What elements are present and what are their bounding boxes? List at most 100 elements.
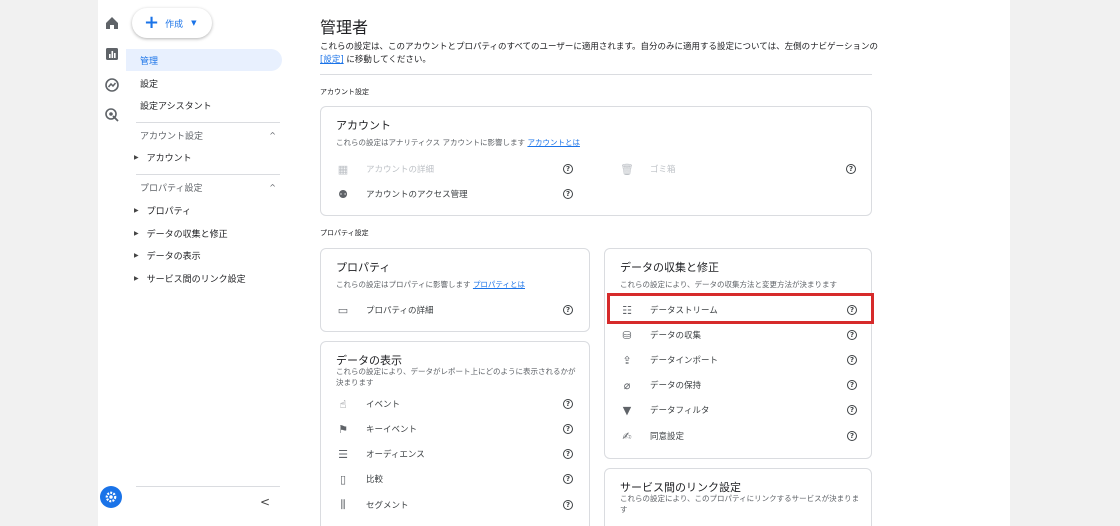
nav-sub-data-collection[interactable]: ▶ データの収集と修正 bbox=[134, 227, 228, 240]
consent-icon: ✍ bbox=[622, 429, 632, 443]
nav-sub-product-links[interactable]: ▶ サービス間のリンク設定 bbox=[134, 272, 246, 285]
admin-gear-icon[interactable] bbox=[100, 486, 122, 508]
nav-item-admin[interactable]: 管理 bbox=[126, 49, 282, 71]
audience-icon: ☰ bbox=[338, 447, 348, 461]
filter-icon: ▼ bbox=[622, 403, 632, 417]
create-button[interactable]: + 作成 ▼ bbox=[132, 8, 212, 38]
row-label: ゴミ箱 bbox=[650, 165, 676, 175]
home-icon[interactable] bbox=[103, 14, 121, 32]
nav-divider bbox=[136, 174, 280, 175]
row-data-collection[interactable]: ⛁ データの収集 bbox=[620, 327, 701, 343]
property-card-desc-text: これらの設定はプロパティに影響します bbox=[336, 280, 473, 289]
help-icon[interactable]: ? bbox=[847, 405, 857, 415]
account-card-desc: これらの設定はアナリティクス アカウントに影響します アカウントとは bbox=[336, 137, 580, 148]
row-segments[interactable]: ⫼ セグメント bbox=[336, 497, 409, 513]
database-icon: ⛁ bbox=[622, 328, 632, 342]
nav-item-settings[interactable]: 設定 bbox=[126, 72, 282, 94]
building-icon: ▦ bbox=[337, 162, 349, 176]
nav-section-account-label: アカウント設定 bbox=[140, 132, 204, 142]
nav-item-setup-assistant[interactable]: 設定アシスタント bbox=[126, 94, 282, 116]
row-label: イベント bbox=[366, 400, 401, 410]
nav-sub-data-collection-label: データの収集と修正 bbox=[146, 230, 228, 240]
row-property-details[interactable]: ▭ プロパティの詳細 bbox=[336, 302, 434, 318]
triangle-right-icon: ▶ bbox=[134, 252, 139, 259]
details-icon: ▭ bbox=[337, 303, 349, 317]
property-help-link[interactable]: プロパティとは bbox=[473, 280, 525, 289]
section-label-property: プロパティ設定 bbox=[320, 229, 369, 237]
row-audiences[interactable]: ☰ オーディエンス bbox=[336, 446, 425, 462]
nav-section-account[interactable]: アカウント設定 ^ bbox=[140, 129, 276, 142]
row-data-filters[interactable]: ▼ データフィルタ bbox=[620, 402, 710, 418]
flag-icon: ⚑ bbox=[338, 422, 348, 436]
row-label: データインポート bbox=[650, 356, 719, 366]
property-card-desc: これらの設定はプロパティに影響します プロパティとは bbox=[336, 279, 525, 290]
nav-section-property[interactable]: プロパティ設定 ^ bbox=[140, 181, 276, 194]
page-description-text: これらの設定は、このアカウントとプロパティのすべてのユーザーに適用されます。自分… bbox=[320, 42, 878, 52]
help-icon[interactable]: ? bbox=[563, 474, 573, 484]
explore-icon[interactable] bbox=[103, 76, 121, 94]
row-consent-settings[interactable]: ✍ 同意設定 bbox=[620, 428, 684, 444]
create-button-label: 作成 bbox=[165, 19, 184, 30]
account-help-link[interactable]: アカウントとは bbox=[527, 138, 580, 147]
account-card-desc-text: これらの設定はアナリティクス アカウントに影響します bbox=[336, 138, 528, 147]
row-label: データの保持 bbox=[650, 381, 702, 391]
row-label: セグメント bbox=[366, 501, 409, 511]
triangle-right-icon: ▶ bbox=[134, 230, 139, 237]
nav-sub-account-label: アカウント bbox=[146, 154, 192, 164]
product-links-card-desc: これらの設定により、このプロパティにリンクするサービスが決まります bbox=[620, 494, 860, 514]
nav-sub-account[interactable]: ▶ アカウント bbox=[134, 151, 192, 164]
highlight-box bbox=[607, 293, 874, 324]
data-collection-card: データの収集と修正 これらの設定により、データの収集方法と変更方法が決まります … bbox=[604, 248, 872, 459]
help-icon[interactable]: ? bbox=[847, 431, 857, 441]
reports-icon[interactable] bbox=[103, 45, 121, 63]
nav-sub-property[interactable]: ▶ プロパティ bbox=[134, 204, 191, 217]
help-icon[interactable]: ? bbox=[847, 330, 857, 340]
row-label: プロパティの詳細 bbox=[366, 306, 434, 316]
page-description: これらの設定は、このアカウントとプロパティのすべてのユーザーに適用されます。自分… bbox=[320, 41, 886, 67]
people-icon: ⚉ bbox=[338, 187, 348, 201]
caret-down-icon: ▼ bbox=[191, 19, 197, 27]
data-collection-card-title: データの収集と修正 bbox=[620, 261, 719, 274]
help-icon[interactable]: ? bbox=[563, 189, 573, 199]
row-data-retention[interactable]: ⌀ データの保持 bbox=[620, 377, 701, 393]
touch-icon: ☝ bbox=[339, 397, 347, 411]
page-title: 管理者 bbox=[320, 18, 369, 37]
help-icon[interactable]: ? bbox=[563, 424, 573, 434]
help-icon[interactable]: ? bbox=[563, 399, 573, 409]
row-label: オーディエンス bbox=[366, 450, 425, 460]
data-collection-card-desc: これらの設定により、データの収集方法と変更方法が決まります bbox=[620, 280, 838, 289]
page-description-text-end: に移動してください。 bbox=[343, 55, 431, 65]
data-display-card: データの表示 これらの設定により、データがレポート上にどのように表示されるかが決… bbox=[320, 341, 590, 526]
row-data-import[interactable]: ⇪ データインポート bbox=[620, 352, 718, 368]
triangle-right-icon: ▶ bbox=[134, 154, 139, 161]
row-account-access[interactable]: ⚉ アカウントのアクセス管理 bbox=[336, 186, 468, 202]
row-account-details[interactable]: ▦ アカウントの詳細 bbox=[336, 161, 434, 177]
row-label: 比較 bbox=[366, 475, 384, 485]
help-icon[interactable]: ? bbox=[563, 164, 573, 174]
product-links-card: サービス間のリンク設定 これらの設定により、このプロパティにリンクするサービスが… bbox=[604, 468, 872, 526]
row-trash[interactable]: 🗑 ゴミ箱 bbox=[620, 161, 676, 177]
admin-nav: + 作成 ▼ 管理 設定 設定アシスタント アカウント設定 ^ ▶ アカウント … bbox=[126, 0, 288, 526]
section-label-account: アカウント設定 bbox=[320, 88, 369, 96]
help-icon[interactable]: ? bbox=[563, 500, 573, 510]
row-events[interactable]: ☝ イベント bbox=[336, 396, 400, 412]
row-key-events[interactable]: ⚑ キーイベント bbox=[336, 421, 417, 437]
nav-sub-product-links-label: サービス間のリンク設定 bbox=[146, 275, 246, 285]
advertising-icon[interactable] bbox=[103, 106, 121, 124]
settings-link[interactable]: [設定] bbox=[320, 55, 344, 65]
property-card: プロパティ これらの設定はプロパティに影響します プロパティとは ▭ プロパティ… bbox=[320, 248, 590, 332]
collapse-chevron-left-icon[interactable]: < bbox=[260, 495, 270, 509]
triangle-right-icon: ▶ bbox=[134, 275, 139, 282]
divider bbox=[320, 74, 872, 75]
help-icon[interactable]: ? bbox=[847, 355, 857, 365]
help-icon[interactable]: ? bbox=[846, 164, 856, 174]
nav-sub-data-display-label: データの表示 bbox=[146, 252, 201, 262]
row-label: データフィルタ bbox=[650, 406, 710, 416]
chevron-up-icon: ^ bbox=[269, 183, 276, 192]
admin-screen: + 作成 ▼ 管理 設定 設定アシスタント アカウント設定 ^ ▶ アカウント … bbox=[98, 0, 1010, 526]
help-icon[interactable]: ? bbox=[563, 449, 573, 459]
row-comparisons[interactable]: ▯ 比較 bbox=[336, 471, 383, 487]
nav-sub-data-display[interactable]: ▶ データの表示 bbox=[134, 249, 201, 262]
help-icon[interactable]: ? bbox=[847, 380, 857, 390]
help-icon[interactable]: ? bbox=[563, 305, 573, 315]
